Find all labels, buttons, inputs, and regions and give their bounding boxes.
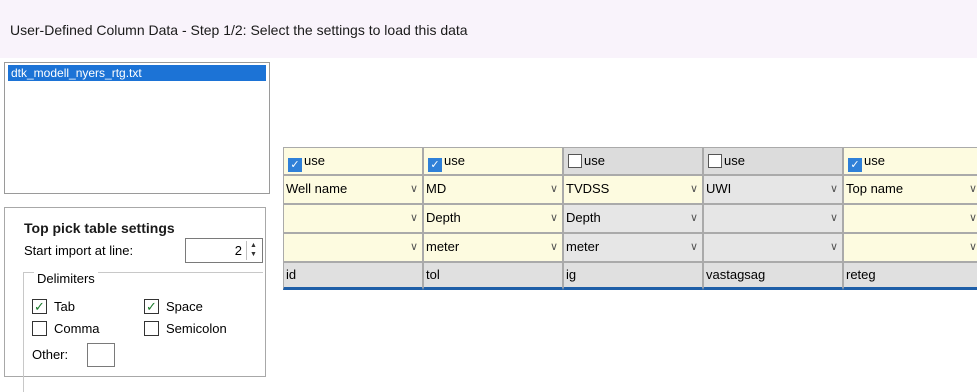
column-source-name: tol (423, 262, 563, 290)
column-unit-type-value: Depth (426, 210, 461, 225)
column-kind-value: MD (426, 181, 447, 196)
start-import-label: Start import at line: (24, 243, 134, 258)
tab-label: Tab (54, 299, 75, 314)
other-delimiter-input[interactable] (87, 343, 115, 367)
stepper-up-icon[interactable]: ▲ (247, 241, 260, 250)
column-unit-combo[interactable]: ∨ (703, 233, 843, 262)
column-source-value: tol (426, 267, 440, 282)
column-kind-value: Well name (286, 181, 348, 196)
column-kind-combo[interactable]: Well name ∨ (283, 175, 423, 204)
column-unit-value: meter (426, 239, 460, 254)
file-list-item[interactable]: dtk_modell_nyers_rtg.txt (8, 65, 266, 81)
chevron-down-icon[interactable]: ∨ (550, 205, 558, 231)
tab-checkbox[interactable]: ✓ (32, 299, 47, 314)
column-source-value: ig (566, 267, 577, 282)
start-line-stepper[interactable]: 2 ▲ ▼ (185, 238, 263, 263)
space-label: Space (166, 299, 203, 314)
column-kind-combo[interactable]: UWI ∨ (703, 175, 843, 204)
column-unit-combo[interactable]: ∨ (843, 233, 977, 262)
column-kind-combo[interactable]: MD ∨ (423, 175, 563, 204)
chevron-down-icon[interactable]: ∨ (830, 176, 838, 202)
column-source-value: reteg (846, 267, 876, 282)
column-kind-combo[interactable]: Top name ∨ (843, 175, 977, 204)
stepper-arrows[interactable]: ▲ ▼ (246, 241, 260, 260)
column-source-name: reteg (843, 262, 977, 290)
column-source-name: vastagsag (703, 262, 843, 290)
file-list[interactable]: dtk_modell_nyers_rtg.txt (4, 62, 270, 194)
chevron-down-icon[interactable]: ∨ (690, 176, 698, 202)
use-label: use (304, 153, 325, 168)
space-checkbox[interactable]: ✓ (144, 299, 159, 314)
column-unit-combo[interactable]: ∨ (283, 233, 423, 262)
start-line-value[interactable]: 2 (235, 243, 242, 258)
column-unit-type-combo[interactable]: ∨ (283, 204, 423, 233)
column-unit-value: meter (566, 239, 600, 254)
semicolon-checkbox[interactable] (144, 321, 159, 336)
chevron-down-icon[interactable]: ∨ (550, 176, 558, 202)
column-kind-value: UWI (706, 181, 732, 196)
use-checkbox[interactable] (428, 158, 442, 172)
chevron-down-icon[interactable]: ∨ (969, 205, 977, 231)
chevron-down-icon[interactable]: ∨ (410, 176, 418, 202)
column-source-name: ig (563, 262, 703, 290)
chevron-down-icon[interactable]: ∨ (830, 234, 838, 260)
column-use-cell[interactable]: use (563, 147, 703, 175)
other-label: Other: (32, 347, 69, 362)
chevron-down-icon[interactable]: ∨ (690, 205, 698, 231)
column-kind-value: Top name (846, 181, 904, 196)
comma-label: Comma (54, 321, 100, 336)
chevron-down-icon[interactable]: ∨ (969, 234, 977, 260)
use-label: use (444, 153, 465, 168)
chevron-down-icon[interactable]: ∨ (690, 234, 698, 260)
column-source-value: vastagsag (706, 267, 766, 282)
title-bar: User-Defined Column Data - Step 1/2: Sel… (0, 0, 977, 58)
column-unit-combo[interactable]: meter ∨ (423, 233, 563, 262)
column-unit-combo[interactable]: meter ∨ (563, 233, 703, 262)
chevron-down-icon[interactable]: ∨ (969, 176, 977, 202)
column-use-cell[interactable]: use (423, 147, 563, 175)
column-use-cell[interactable]: use (703, 147, 843, 175)
column-source-value: id (286, 267, 297, 282)
window-title: User-Defined Column Data - Step 1/2: Sel… (10, 22, 468, 38)
column-unit-type-value: Depth (566, 210, 601, 225)
use-label: use (724, 153, 745, 168)
use-checkbox[interactable] (848, 158, 862, 172)
chevron-down-icon[interactable]: ∨ (830, 205, 838, 231)
semicolon-label: Semicolon (166, 321, 227, 336)
use-checkbox[interactable] (708, 154, 722, 168)
column-unit-type-combo[interactable]: Depth ∨ (423, 204, 563, 233)
chevron-down-icon[interactable]: ∨ (410, 234, 418, 260)
column-unit-type-combo[interactable]: Depth ∨ (563, 204, 703, 233)
column-kind-combo[interactable]: TVDSS ∨ (563, 175, 703, 204)
column-use-cell[interactable]: use (283, 147, 423, 175)
settings-heading: Top pick table settings (24, 220, 175, 236)
use-label: use (584, 153, 605, 168)
use-checkbox[interactable] (288, 158, 302, 172)
column-kind-value: TVDSS (566, 181, 610, 196)
stepper-down-icon[interactable]: ▼ (247, 250, 260, 259)
column-unit-type-combo[interactable]: ∨ (703, 204, 843, 233)
column-source-name: id (283, 262, 423, 290)
column-use-cell[interactable]: use (843, 147, 977, 175)
use-label: use (864, 153, 885, 168)
chevron-down-icon[interactable]: ∨ (410, 205, 418, 231)
chevron-down-icon[interactable]: ∨ (550, 234, 558, 260)
delimiters-legend: Delimiters (34, 271, 98, 286)
use-checkbox[interactable] (568, 154, 582, 168)
column-unit-type-combo[interactable]: ∨ (843, 204, 977, 233)
comma-checkbox[interactable] (32, 321, 47, 336)
